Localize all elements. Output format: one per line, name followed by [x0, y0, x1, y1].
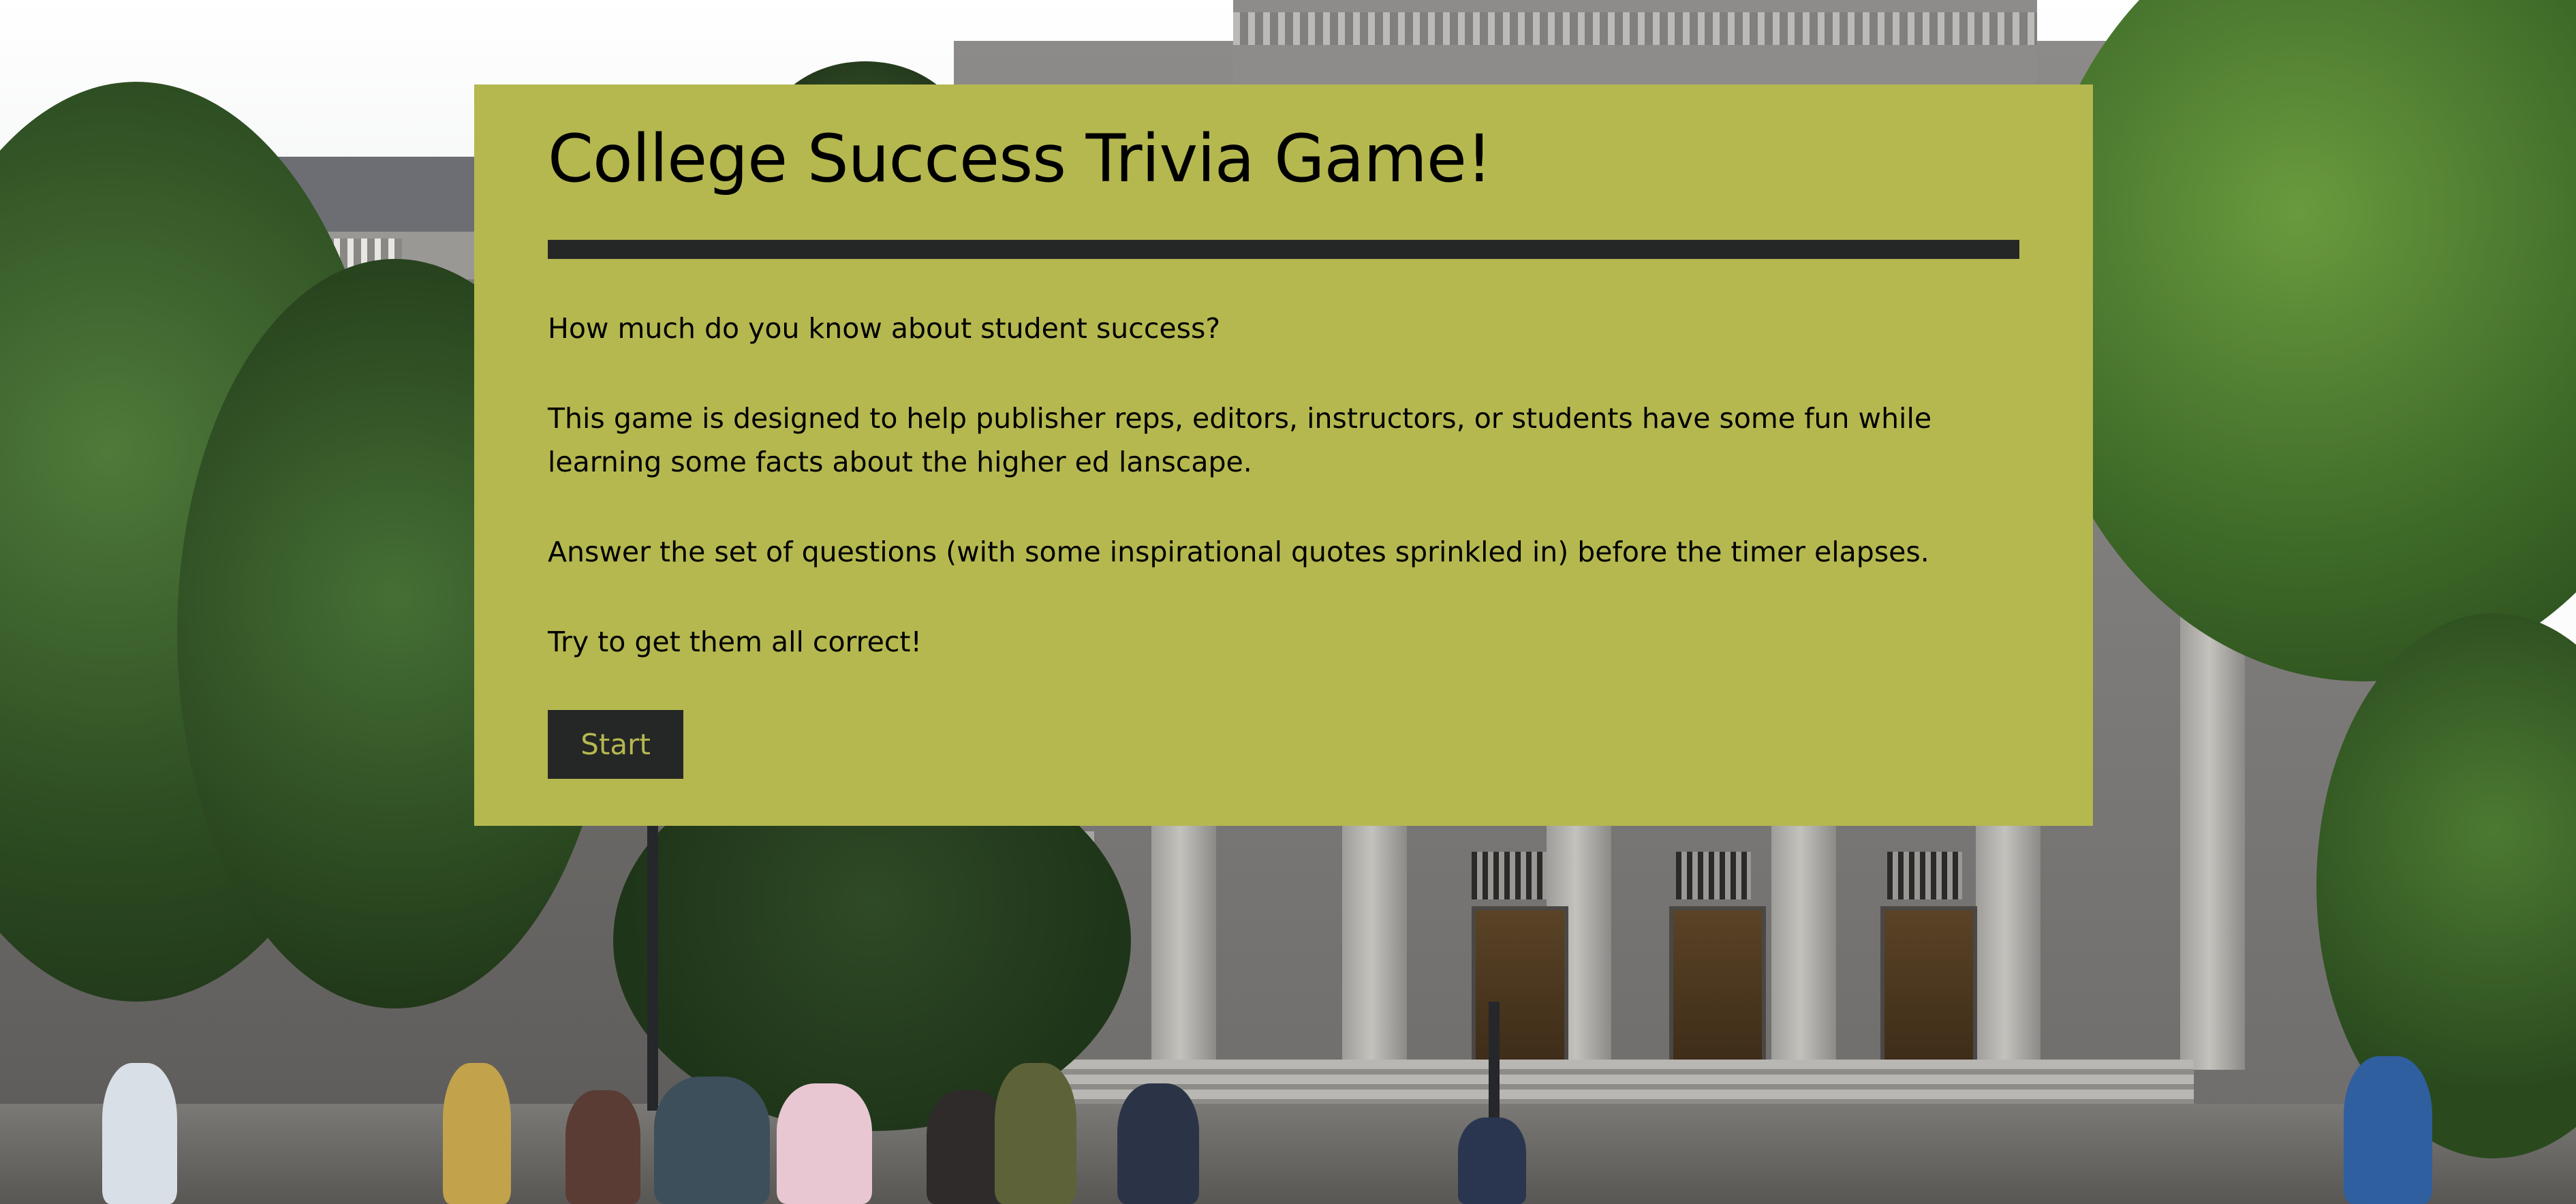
- library-door: [1669, 906, 1766, 1071]
- start-button[interactable]: Start: [548, 710, 683, 779]
- library-door: [1880, 906, 1977, 1071]
- title-divider: [548, 240, 2019, 260]
- lamp-post: [647, 824, 658, 1111]
- intro-instructions: Answer the set of questions (with some i…: [548, 536, 1929, 569]
- column: [1342, 824, 1407, 1070]
- column: [1771, 824, 1836, 1070]
- student: [995, 1063, 1076, 1204]
- intro-question: How much do you know about student succe…: [548, 312, 1221, 345]
- student: [1458, 1117, 1526, 1204]
- student: [565, 1090, 640, 1204]
- column: [1976, 824, 2040, 1070]
- intro-description: This game is designed to help publisher …: [548, 402, 1932, 479]
- door-grille: [1887, 852, 1962, 899]
- intro-encouragement: Try to get them all correct!: [548, 626, 922, 659]
- student: [2344, 1056, 2432, 1204]
- lamp-post: [1489, 1002, 1500, 1117]
- plaza: [0, 1104, 2576, 1204]
- door-grille: [1472, 852, 1547, 899]
- column: [1151, 824, 1216, 1070]
- cupola-balustrade: [1233, 12, 2037, 45]
- library-door: [1472, 906, 1568, 1071]
- campus-background-photo: College Success Trivia Game! How much do…: [0, 0, 2576, 1204]
- page-title: College Success Trivia Game!: [548, 121, 1492, 197]
- student: [1117, 1083, 1199, 1204]
- door-grille: [1676, 852, 1751, 899]
- student: [443, 1063, 511, 1204]
- start-panel: College Success Trivia Game! How much do…: [474, 84, 2093, 826]
- student: [777, 1083, 872, 1204]
- student: [654, 1077, 770, 1204]
- student: [102, 1063, 177, 1204]
